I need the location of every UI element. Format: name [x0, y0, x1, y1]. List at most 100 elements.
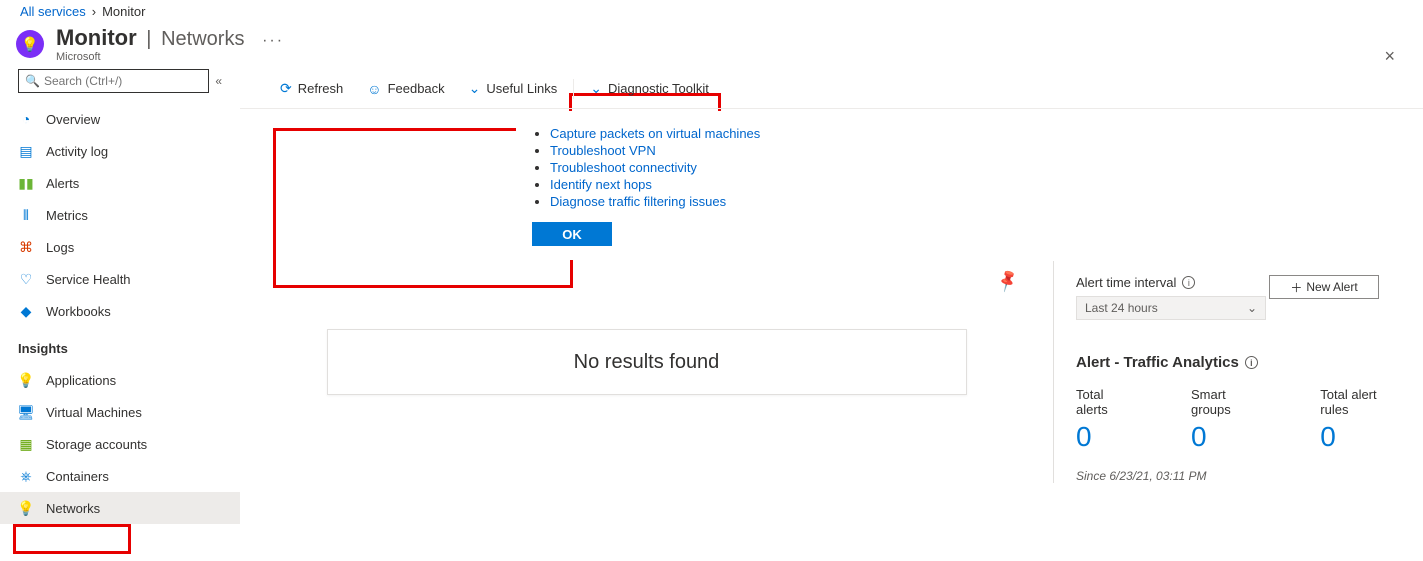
sidebar-item-workbooks[interactable]: ◆Workbooks [0, 295, 240, 327]
pin-icon[interactable]: 📌 [994, 267, 1021, 294]
chevron-down-icon: ⌄ [1247, 301, 1257, 315]
chevron-right-icon: › [92, 4, 96, 19]
toolkit-link[interactable]: Identify next hops [550, 177, 652, 192]
sidebar-item-label: Applications [46, 373, 116, 388]
results-canvas: 📌 No results found [240, 289, 1053, 483]
monitor-icon: 💡 [16, 30, 44, 58]
toolbar-separator [573, 79, 574, 99]
alert-section-title: Alert - Traffic Analytics [1076, 354, 1239, 371]
stat-value[interactable]: 0 [1320, 421, 1403, 453]
sidebar-item-label: Activity log [46, 144, 108, 159]
breadcrumb: All services › Monitor [0, 0, 1423, 19]
search-icon: 🔍 [25, 74, 40, 88]
sidebar-item-overview[interactable]: ◔ Overview [0, 103, 240, 135]
close-icon[interactable]: × [1384, 46, 1395, 67]
storage-accounts-icon: ▦ [18, 436, 34, 452]
interval-dropdown[interactable]: Last 24 hours ⌄ [1076, 296, 1266, 320]
refresh-icon: ⟳ [280, 80, 292, 97]
logs-icon: ⌘ [18, 239, 34, 255]
toolkit-item: Troubleshoot VPN [550, 142, 802, 159]
overview-icon: ◔ [18, 111, 34, 127]
smiley-icon: ☺ [367, 81, 381, 97]
breadcrumb-current[interactable]: Monitor [102, 4, 145, 19]
metrics-icon: ⫴ [18, 207, 34, 223]
page-header: 💡 Monitor | Networks ··· Microsoft × [0, 19, 1423, 69]
toolkit-link[interactable]: Troubleshoot connectivity [550, 160, 697, 175]
sidebar-item-label: Service Health [46, 272, 131, 287]
toolbar: ⟳ Refresh ☺ Feedback ⌄ Useful Links ⌄ Diagno… [240, 69, 1423, 109]
sidebar-item-activity-log[interactable]: ▤ Activity log [0, 135, 240, 167]
sidebar-item-storage-accounts[interactable]: ▦ Storage accounts [0, 428, 240, 460]
sidebar-item-logs[interactable]: ⌘ Logs [0, 231, 240, 263]
refresh-label: Refresh [298, 81, 344, 96]
alerts-panel: Alert time interval i Last 24 hours ⌄ ＋ … [1053, 261, 1423, 483]
toolkit-item: Troubleshoot connectivity [550, 159, 802, 176]
stat-total-alert-rules: Total alert rules0 [1320, 387, 1403, 453]
networks-icon: 💡 [18, 500, 34, 516]
ok-button[interactable]: OK [532, 222, 612, 246]
annotation-highlight [13, 524, 131, 554]
stat-smart-groups: Smart groups 0 [1191, 387, 1264, 453]
company-label: Microsoft [56, 51, 284, 63]
refresh-button[interactable]: ⟳ Refresh [270, 71, 353, 107]
sidebar-item-service-health[interactable]: ♡Service Health [0, 263, 240, 295]
new-alert-label: New Alert [1306, 280, 1357, 294]
interval-value: Last 24 hours [1085, 301, 1158, 315]
feedback-button[interactable]: ☺ Feedback [357, 71, 454, 107]
useful-links-button[interactable]: ⌄ Useful Links [459, 71, 568, 107]
sidebar-item-label: Networks [46, 501, 100, 516]
sidebar-item-applications[interactable]: 💡 Applications [0, 364, 240, 396]
main-content: ⟳ Refresh ☺ Feedback ⌄ Useful Links ⌄ Diagno… [240, 69, 1423, 528]
search-input[interactable]: 🔍 [18, 69, 209, 93]
sidebar-item-networks[interactable]: 💡 Networks [0, 492, 240, 524]
toolkit-item: Capture packets on virtual machines [550, 125, 802, 142]
stat-label: Smart groups [1191, 387, 1264, 417]
breadcrumb-root[interactable]: All services [20, 4, 86, 19]
info-icon[interactable]: i [1245, 356, 1258, 369]
page-section: Networks [161, 28, 244, 50]
sidebar-item-virtual-machines[interactable]: 🖥 Virtual Machines [0, 396, 240, 428]
sidebar-item-metrics[interactable]: ⫴ Metrics [0, 199, 240, 231]
insights-header: Insights [0, 331, 240, 360]
toolkit-item: Diagnose traffic filtering issues [550, 193, 802, 210]
diag-toolkit-label: Diagnostic Toolkit [608, 81, 709, 96]
sidebar: 🔍 « ◔ Overview ▤ Activity log ▮▮ Alerts ⫴ Metri… [0, 69, 240, 528]
search-field[interactable] [44, 74, 202, 88]
page-title: Monitor [56, 25, 137, 50]
stat-value[interactable]: 0 [1191, 421, 1264, 453]
collapse-sidebar-icon[interactable]: « [215, 74, 222, 88]
sidebar-item-label: Virtual Machines [46, 405, 142, 420]
useful-links-label: Useful Links [486, 81, 557, 96]
feedback-label: Feedback [388, 81, 445, 96]
no-results-text: No results found [574, 351, 720, 374]
sidebar-item-label: Alerts [46, 176, 79, 191]
toolkit-link[interactable]: Troubleshoot VPN [550, 143, 656, 158]
toolkit-link[interactable]: Diagnose traffic filtering issues [550, 194, 726, 209]
sidebar-item-label: Metrics [46, 208, 88, 223]
sidebar-item-alerts[interactable]: ▮▮ Alerts [0, 167, 240, 199]
activity-log-icon: ▤ [18, 143, 34, 159]
sidebar-item-containers[interactable]: ⎈Containers [0, 460, 240, 492]
sidebar-item-label: Logs [46, 240, 74, 255]
sidebar-item-label: Workbooks [46, 304, 111, 319]
virtual-machines-icon: 🖥 [18, 404, 34, 420]
new-alert-button[interactable]: ＋ New Alert [1269, 275, 1379, 299]
title-divider: | [146, 28, 151, 50]
chevron-down-icon: ⌄ [469, 80, 481, 97]
diagnostic-toolkit-button[interactable]: ⌄ Diagnostic Toolkit [580, 71, 719, 107]
stat-value[interactable]: 0 [1076, 421, 1135, 453]
toolkit-link[interactable]: Capture packets on virtual machines [550, 126, 760, 141]
no-results-card: No results found [327, 329, 967, 395]
chevron-down-icon: ⌄ [590, 80, 602, 97]
stat-label: Total alerts [1076, 387, 1135, 417]
info-icon[interactable]: i [1182, 276, 1195, 289]
since-text: Since 6/23/21, 03:11 PM [1076, 469, 1403, 483]
interval-label: Alert time interval [1076, 275, 1176, 290]
sidebar-item-label: Storage accounts [46, 437, 147, 452]
applications-icon: 💡 [18, 372, 34, 388]
alerts-icon: ▮▮ [18, 175, 34, 191]
diagnostic-toolkit-menu: Capture packets on virtual machines Troub… [516, 111, 812, 260]
more-button[interactable]: ··· [262, 32, 284, 49]
sidebar-item-label: Containers [46, 469, 109, 484]
sidebar-item-label: Overview [46, 112, 100, 127]
